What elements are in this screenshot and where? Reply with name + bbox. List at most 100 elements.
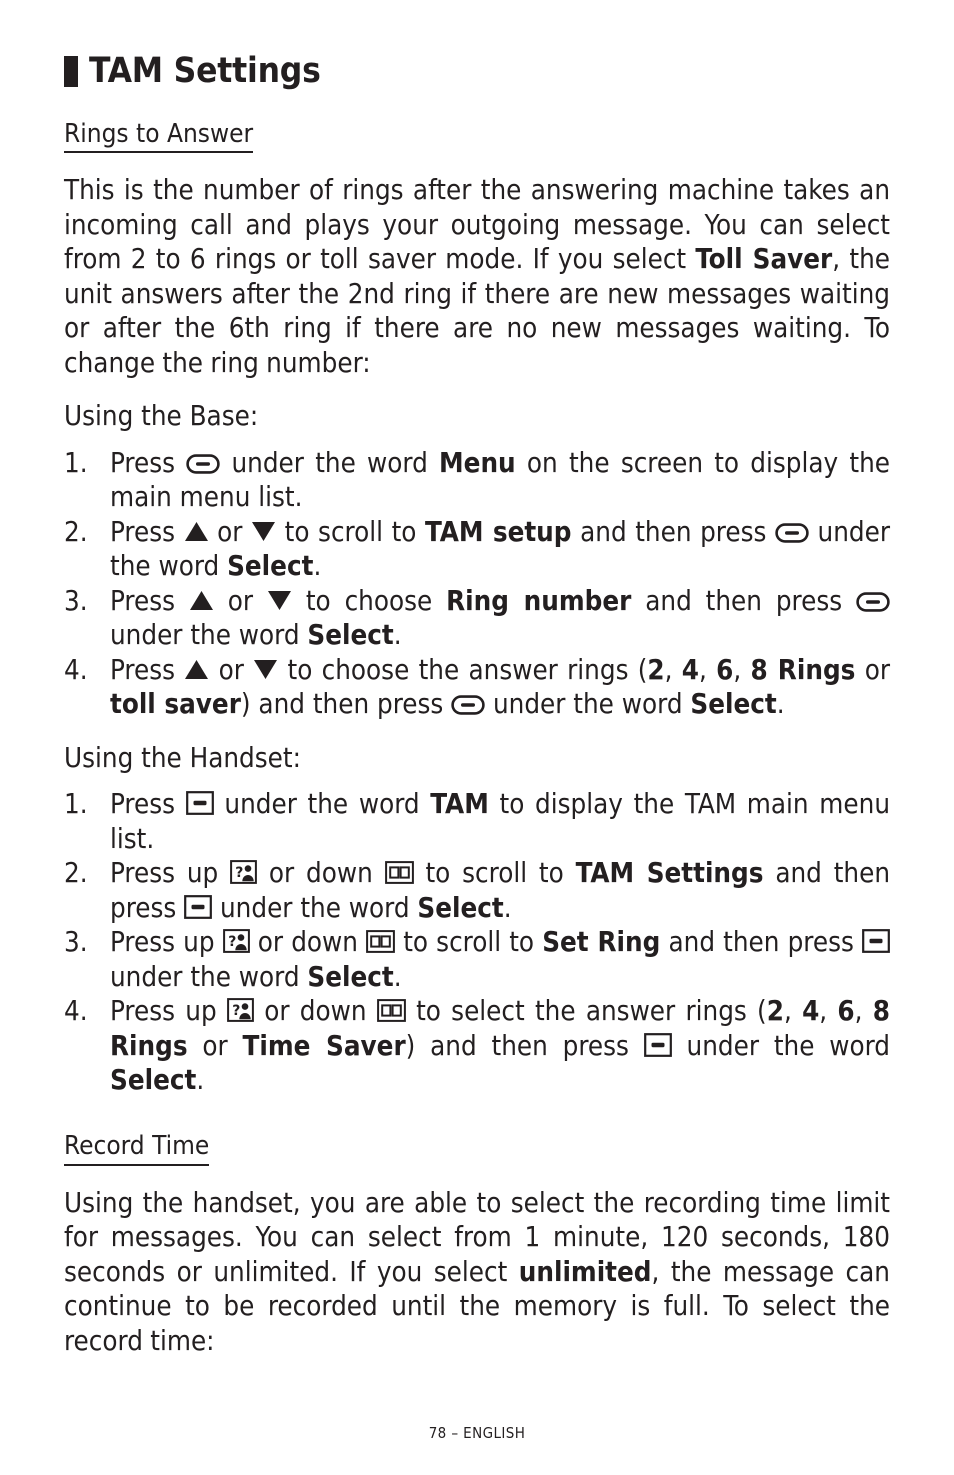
softkey-base-icon [775,523,809,543]
handset-step-4-t7: or [187,1029,243,1062]
handset-step-4-b5: Time Saver [242,1029,406,1062]
base-step-4-number: 4. [64,653,88,686]
base-step-2-t2: or [208,515,252,548]
handset-step-2-t3: to scroll to [413,857,576,890]
handset-step-1-b1: TAM [430,788,489,821]
handset-step-3-t2: or down [249,926,367,959]
base-step-3-b2: Select [307,619,394,652]
handset-step-3-t4: and then press [660,926,862,959]
base-step-4-t2: or [209,653,254,686]
phonebook-icon [384,861,414,885]
base-step-2-t3: to scroll to [276,515,425,548]
base-step-4-b2: 4 [681,653,700,686]
rings-intro-bold-toll-saver: Toll Saver [695,243,833,276]
base-step-3-t3: to choose [291,584,447,617]
handset-step-4-t1: Press up [110,995,227,1028]
using-the-base-label: Using the Base: [64,400,259,433]
base-step-2-b1: TAM setup [424,515,572,548]
base-step-3-t2: or [213,584,267,617]
base-step-4-b3: 6 [716,653,734,686]
softkey-handset-icon [184,894,213,919]
base-step-4-t9: under the word [485,688,691,721]
softkey-base-icon [451,695,485,716]
svg-text:?: ? [235,866,243,882]
handset-step-4-number: 4. [64,995,88,1028]
handset-step-4-t2: or down [253,995,377,1028]
triangle-down-icon [251,521,276,542]
base-steps-list: 1. Press under the word Menu on the scree… [64,446,890,722]
base-step-4-t1: Press [110,653,185,686]
title-bullet-square [64,55,78,87]
record-time-bold-unlimited: unlimited [518,1255,652,1288]
softkey-base-icon [186,454,220,474]
base-step-3-t5: under the word [110,619,308,652]
base-step-3: 3. Press or to choose Ring number and the… [64,584,890,653]
document-page: TAM Settings Rings to Answer This is the… [64,0,890,1475]
handset-step-4-b2: 4 [802,995,820,1028]
handset-step-4-t6: , [854,995,873,1028]
base-step-1-t2: under the word [220,446,440,479]
handset-step-3-b1: Set Ring [542,926,661,959]
handset-step-3: 3. Press up ? or down to scroll to Set Ri… [64,925,890,994]
handset-step-2-t6: . [503,891,512,924]
base-step-3-number: 3. [64,584,88,617]
handset-step-4-b3: 6 [837,995,855,1028]
caller-id-icon: ? [227,998,254,1023]
section-heading-rings-to-answer: Rings to Answer [64,119,254,154]
base-step-2-t1: Press [110,515,184,548]
handset-step-3-t5: under the word [110,960,308,993]
softkey-base-icon [856,592,890,612]
handset-step-2-t5: under the word [212,891,418,924]
base-step-4-t6: , [733,653,751,686]
section-heading-record-time: Record Time [64,1131,210,1166]
phonebook-icon [376,999,406,1023]
svg-text:?: ? [228,935,236,951]
phonebook-icon [366,930,395,954]
handset-step-3-number: 3. [64,926,88,959]
softkey-handset-icon [185,791,214,816]
handset-step-4-t10: . [196,1064,205,1097]
handset-step-1: 1. Press under the word TAM to display th… [64,787,890,856]
triangle-up-icon [184,521,209,542]
handset-step-2-b1: TAM Settings [575,857,764,890]
base-step-2-b2: Select [227,550,314,583]
handset-step-1-t1: Press [110,788,186,821]
handset-step-1-number: 1. [64,788,88,821]
base-step-2: 2. Press or to scroll to TAM setup and th… [64,515,890,584]
base-step-2-t4: and then press [571,515,775,548]
record-time-paragraph: Using the handset, you are able to selec… [64,1186,890,1359]
handset-step-3-b2: Select [307,960,394,993]
page-title: TAM Settings [64,0,890,91]
handset-step-4-t9: under the word [671,1029,891,1062]
caller-id-icon: ? [230,860,257,885]
handset-step-4-b1: 2 [766,995,784,1028]
triangle-up-icon [189,590,214,611]
base-step-3-t6: . [393,619,402,652]
handset-step-2: 2. Press up ? or down to scroll to TAM Se… [64,856,890,925]
softkey-handset-icon [862,929,890,954]
base-step-2-number: 2. [64,515,88,548]
handset-step-2-t2: or down [257,857,385,890]
base-step-4-t7: or [855,653,890,686]
base-step-4-b6: Select [690,688,777,721]
section-record-time-header: Record Time [64,1118,890,1166]
base-step-3-b1: Ring number [446,584,632,617]
handset-step-4-t8: ) and then press [405,1029,644,1062]
handset-step-4-t3: to select the answer rings ( [405,995,767,1028]
base-step-4: 4. Press or to choose the answer rings (2… [64,653,890,722]
base-step-1-b1: Menu [439,446,516,479]
base-step-1-t1: Press [110,446,187,479]
svg-text:?: ? [232,1004,240,1020]
base-step-3-t1: Press [110,584,189,617]
handset-step-2-number: 2. [64,857,88,890]
handset-step-1-t2: under the word [213,788,431,821]
triangle-down-icon [253,659,278,680]
handset-step-3-t3: to scroll to [395,926,543,959]
base-step-4-b4: 8 Rings [750,653,856,686]
softkey-handset-icon [643,1032,672,1057]
base-step-4-t8: ) and then press [240,688,452,721]
base-step-3-t4: and then press [631,584,857,617]
base-step-4-t10: . [776,688,785,721]
handset-step-4-t4: , [783,995,803,1028]
base-step-1-number: 1. [64,446,88,479]
